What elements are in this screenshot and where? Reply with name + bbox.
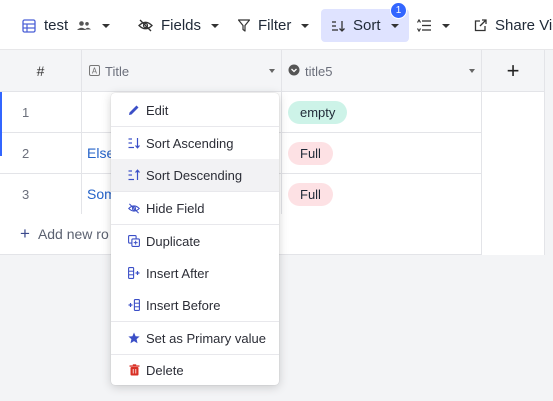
status-pill: Full: [288, 182, 333, 206]
chevron-down-icon[interactable]: [269, 69, 275, 73]
chevron-down-icon[interactable]: [469, 69, 475, 73]
row-height-button[interactable]: [416, 9, 450, 42]
menu-item-sort-ascending[interactable]: Sort Ascending: [111, 127, 279, 159]
row-number-header: #: [0, 50, 82, 92]
star-icon: [128, 332, 140, 344]
single-select-icon: [288, 64, 300, 79]
add-column-button[interactable]: +: [482, 50, 545, 92]
sort-count-badge: 1: [390, 2, 407, 19]
trash-icon: [128, 364, 140, 376]
table-view-selector[interactable]: test: [22, 9, 111, 42]
share-view-label: Share View: [495, 17, 553, 34]
title5-cell[interactable]: empty: [282, 92, 482, 132]
fields-button[interactable]: Fields: [138, 9, 220, 42]
text-field-icon: A: [89, 64, 100, 79]
insert-before-icon: [128, 299, 140, 311]
table-name: test: [44, 17, 69, 34]
menu-item-label: Edit: [146, 102, 169, 118]
menu-item-hide-field[interactable]: Hide Field: [111, 192, 279, 224]
menu-item-label: Insert Before: [146, 297, 221, 313]
insert-after-icon: [128, 267, 140, 279]
share-view-button[interactable]: Share View: [474, 9, 553, 42]
menu-item-sort-descending[interactable]: Sort Descending: [111, 159, 279, 191]
chevron-down-icon: [102, 23, 111, 28]
toolbar: test Fields Filter Sort 1 Share Vi: [0, 0, 553, 50]
external-link-icon: [474, 19, 487, 32]
column-context-menu: Edit Sort Ascending Sort Descending Hide…: [111, 93, 279, 385]
add-column-area: [482, 92, 545, 255]
fields-label: Fields: [161, 17, 202, 34]
chevron-down-icon: [211, 23, 220, 28]
plus-icon: +: [20, 224, 30, 243]
grid-icon: [22, 18, 36, 33]
column-header-title[interactable]: A Title: [82, 50, 282, 92]
add-new-row-label: Add new ro: [37, 226, 109, 242]
filter-label: Filter: [258, 17, 292, 34]
title-value: Else: [87, 145, 115, 161]
status-pill: empty: [288, 100, 348, 124]
grid-header: # A Title title5 +: [0, 50, 545, 92]
filter-icon: [238, 19, 250, 32]
title5-cell[interactable]: Full: [282, 133, 482, 173]
menu-item-delete[interactable]: Delete: [111, 354, 279, 386]
menu-item-label: Hide Field: [146, 200, 205, 216]
title5-cell[interactable]: Full: [282, 174, 482, 214]
menu-item-duplicate[interactable]: Duplicate: [111, 225, 279, 257]
sort-icon: [331, 20, 345, 32]
menu-item-insert-after[interactable]: Insert After: [111, 257, 279, 289]
eye-off-icon: [138, 19, 153, 32]
column-title-label: Title: [105, 63, 130, 79]
duplicate-icon: [128, 235, 140, 247]
filter-button[interactable]: Filter: [238, 9, 310, 42]
pencil-icon: [128, 104, 140, 116]
menu-item-label: Set as Primary value: [146, 330, 266, 346]
chevron-down-icon: [442, 23, 450, 28]
eye-off-icon: [128, 202, 140, 214]
row-number: 1: [0, 92, 82, 132]
menu-item-label: Insert After: [146, 265, 209, 281]
menu-item-label: Duplicate: [146, 233, 201, 249]
menu-item-label: Sort Ascending: [146, 135, 234, 151]
status-pill: Full: [288, 141, 333, 165]
sort-ascending-icon: [128, 137, 140, 149]
menu-item-label: Sort Descending: [146, 167, 243, 183]
menu-item-insert-before[interactable]: Insert Before: [111, 289, 279, 321]
menu-item-label: Delete: [146, 362, 184, 378]
row-number: 2: [0, 133, 82, 173]
row-selection-indicator: [0, 92, 2, 156]
chevron-down-icon: [390, 23, 399, 28]
row-number: 3: [0, 174, 82, 214]
column-header-title5[interactable]: title5: [282, 50, 482, 92]
column-title5-label: title5: [305, 63, 333, 79]
menu-item-set-primary[interactable]: Set as Primary value: [111, 322, 279, 354]
sort-label: Sort: [353, 17, 381, 34]
svg-text:A: A: [92, 66, 98, 75]
list-icon: [416, 19, 432, 32]
chevron-down-icon: [301, 23, 310, 28]
users-icon: [76, 20, 92, 32]
sort-descending-icon: [128, 169, 140, 181]
menu-item-edit[interactable]: Edit: [111, 94, 279, 126]
